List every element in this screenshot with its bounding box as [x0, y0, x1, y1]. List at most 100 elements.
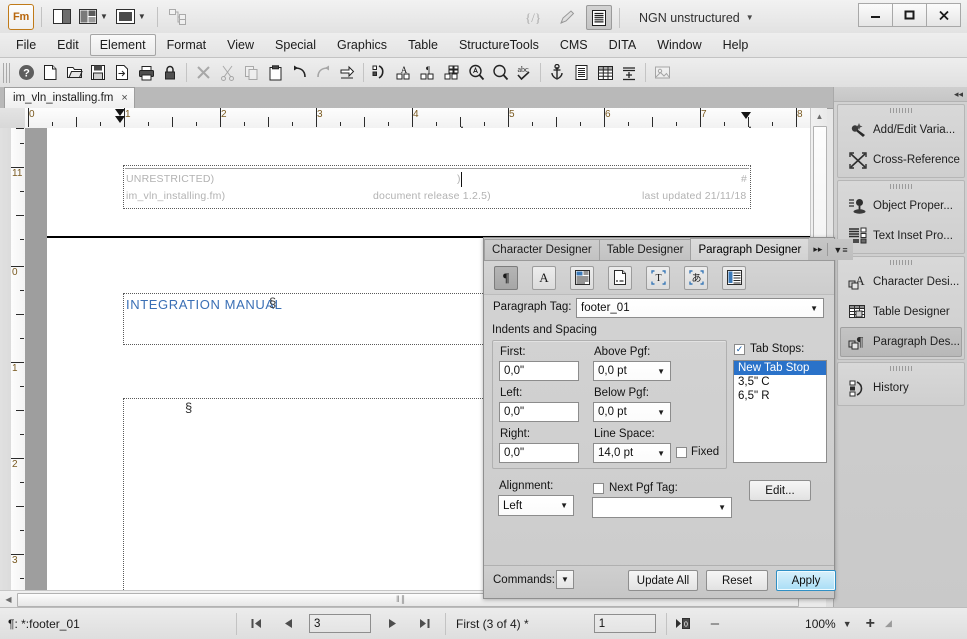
insert-page-button[interactable] [569, 62, 593, 84]
zoom-dropdown-caret-icon[interactable]: ▼ [843, 619, 852, 629]
table-cell-icon[interactable] [722, 265, 746, 290]
copy-button[interactable] [239, 62, 263, 84]
menu-table[interactable]: Table [398, 34, 448, 56]
horizontal-ruler[interactable]: 0 1 2 3 4 5 6 7 8 [25, 108, 810, 129]
tab-stop-item[interactable]: 3,5" C [734, 375, 826, 389]
dock-item-history[interactable]: History [840, 373, 962, 403]
edit-tab-stops-button[interactable]: Edit... [749, 480, 811, 501]
menu-structuretools[interactable]: StructureTools [449, 34, 549, 56]
document-tab[interactable]: im_vln_installing.fm × [4, 87, 135, 108]
menu-window[interactable]: Window [647, 34, 711, 56]
export-button[interactable] [335, 62, 359, 84]
save-button[interactable] [86, 62, 110, 84]
help-button[interactable]: ? [14, 62, 38, 84]
dock-group-grip[interactable] [838, 181, 964, 191]
menu-cms[interactable]: CMS [550, 34, 598, 56]
wrap-element-button[interactable]: ¶ [416, 62, 440, 84]
menu-element[interactable]: Element [89, 34, 156, 56]
edit-markup-button[interactable] [554, 5, 580, 30]
pagination-icon[interactable] [570, 265, 594, 290]
structure-view-button[interactable] [165, 4, 191, 29]
element-table-button[interactable] [440, 62, 464, 84]
menu-file[interactable]: File [6, 34, 46, 56]
first-indent-field[interactable]: 0,0" [499, 361, 579, 381]
collapse-icon[interactable]: ◂◂ [954, 89, 963, 100]
tab-stops-header[interactable]: ✓ Tab Stops: [734, 343, 804, 355]
screen-mode-button[interactable]: ▼ [112, 4, 150, 29]
footer-text-frame[interactable] [123, 165, 751, 209]
redo-button[interactable] [311, 62, 335, 84]
dock-group-grip[interactable] [838, 363, 964, 373]
scroll-left-icon[interactable]: ◀ [3, 594, 14, 605]
lock-button[interactable] [158, 62, 182, 84]
below-pgf-combobox[interactable]: 0,0 pt ▼ [593, 402, 671, 422]
dock-item-object-properties[interactable]: Object Proper... [840, 191, 962, 221]
menu-format[interactable]: Format [157, 34, 217, 56]
close-icon[interactable]: × [121, 92, 127, 104]
paragraph-tag-combobox[interactable]: footer_01 ▼ [576, 298, 824, 318]
insert-element-button[interactable]: A [392, 62, 416, 84]
above-pgf-combobox[interactable]: 0,0 pt ▼ [593, 361, 671, 381]
next-page-button[interactable] [381, 613, 403, 635]
numbering-icon[interactable] [608, 265, 632, 290]
tab-character-designer[interactable]: Character Designer [484, 239, 600, 260]
element-catalog-button[interactable] [368, 62, 392, 84]
next-pgf-tag-header[interactable]: Next Pgf Tag: [593, 482, 678, 494]
chevron-down-icon[interactable]: ▼ [718, 503, 726, 512]
fixed-checkbox[interactable] [676, 446, 687, 458]
zoom-page-input[interactable]: 1 [593, 614, 656, 633]
find-element-button[interactable] [464, 62, 488, 84]
dock-item-character-designer[interactable]: A Character Desi... [840, 267, 962, 297]
zoom-in-button[interactable]: + [866, 615, 875, 633]
close-button[interactable] [926, 3, 961, 27]
menu-graphics[interactable]: Graphics [327, 34, 397, 56]
delete-button[interactable] [191, 62, 215, 84]
line-space-combobox[interactable]: 14,0 pt ▼ [593, 443, 671, 463]
menu-edit[interactable]: Edit [47, 34, 89, 56]
new-document-button[interactable] [38, 62, 62, 84]
insert-table-button[interactable] [593, 62, 617, 84]
tab-stops-checkbox[interactable]: ✓ [734, 343, 745, 355]
dock-item-paragraph-designer[interactable]: ¶ Paragraph Des... [840, 327, 962, 357]
maximize-button[interactable] [892, 3, 927, 27]
view-layout-button[interactable]: ▼ [75, 4, 112, 29]
scroll-up-icon[interactable]: ▲ [814, 111, 825, 122]
commands-dropdown-button[interactable]: ▼ [556, 570, 574, 589]
show-codes-button[interactable]: {/} [520, 5, 548, 30]
first-page-button[interactable] [245, 613, 267, 635]
menu-view[interactable]: View [217, 34, 264, 56]
dock-item-add-edit-variable[interactable]: Add/Edit Varia... [840, 115, 962, 145]
dock-group-grip[interactable] [838, 257, 964, 267]
panel-menu-icon[interactable]: ▼≡ [833, 245, 847, 255]
workspace-selector-label[interactable]: NGN unstructured [639, 11, 740, 25]
apply-button[interactable]: Apply [776, 570, 836, 591]
print-button[interactable] [134, 62, 158, 84]
find-button[interactable] [488, 62, 512, 84]
undo-button[interactable] [287, 62, 311, 84]
expand-tabs-icon[interactable]: ▸▸ [813, 244, 822, 255]
spellcheck-button[interactable]: abc [512, 62, 536, 84]
chevron-down-icon[interactable]: ▼ [560, 501, 568, 510]
chevron-down-icon[interactable]: ▼ [810, 304, 818, 313]
menu-special[interactable]: Special [265, 34, 326, 56]
open-document-button[interactable] [62, 62, 86, 84]
tab-stop-item[interactable]: 6,5" R [734, 389, 826, 403]
last-page-button[interactable] [413, 613, 435, 635]
chevron-down-icon[interactable]: ▼ [657, 408, 665, 417]
advanced-icon[interactable]: T [646, 265, 670, 290]
chevron-down-icon[interactable]: ▼ [746, 13, 754, 22]
prev-page-button[interactable] [277, 613, 299, 635]
left-indent-field[interactable]: 0,0" [499, 402, 579, 422]
vertical-ruler[interactable]: 11 0 1 2 3 [0, 128, 25, 590]
alignment-combobox[interactable]: Left ▼ [498, 495, 574, 516]
cut-button[interactable] [215, 62, 239, 84]
basic-properties-icon[interactable]: ¶ [494, 265, 518, 290]
resize-grip-icon[interactable]: ◢ [885, 618, 892, 629]
next-pgf-tag-checkbox[interactable] [593, 482, 604, 494]
minimize-button[interactable] [858, 3, 893, 27]
default-font-icon[interactable]: A [532, 265, 556, 290]
zoom-out-button[interactable]: – [711, 615, 719, 632]
dock-item-cross-reference[interactable]: Cross-Reference [840, 145, 962, 175]
update-all-button[interactable]: Update All [628, 570, 698, 591]
page-number-input[interactable]: 3 [309, 614, 371, 633]
